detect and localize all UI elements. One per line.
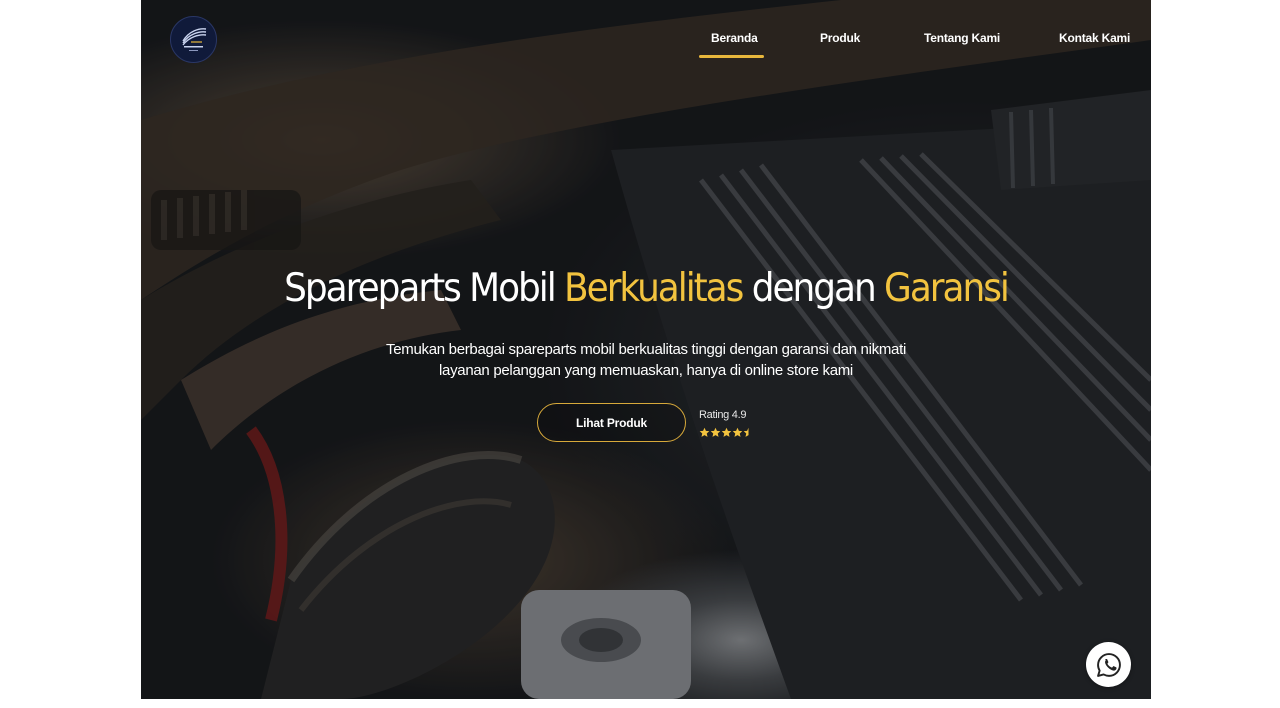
headline-text-2: dengan bbox=[742, 266, 885, 311]
whatsapp-chat-button[interactable] bbox=[1086, 642, 1131, 687]
hero-headline: Spareparts Mobil Berkualitas dengan Gara… bbox=[181, 262, 1110, 316]
hero-section: Beranda Produk Tentang Kami Kontak Kami … bbox=[141, 0, 1151, 699]
rating-label: Rating 4.9 bbox=[699, 409, 747, 421]
brand-logo-mark bbox=[182, 28, 207, 51]
nav-item-beranda[interactable]: Beranda bbox=[711, 31, 758, 45]
whatsapp-icon bbox=[1096, 652, 1121, 677]
hero-subtitle: Temukan berbagai spareparts mobil berkua… bbox=[336, 339, 956, 381]
headline-text-1: Spareparts Mobil bbox=[284, 266, 565, 311]
top-navigation: Beranda Produk Tentang Kami Kontak Kami bbox=[141, 0, 1151, 70]
nav-item-tentang-kami[interactable]: Tentang Kami bbox=[924, 31, 1000, 45]
headline-highlight-2: Garansi bbox=[884, 266, 1010, 311]
hero-subtitle-line-1: Temukan berbagai spareparts mobil berkua… bbox=[386, 341, 906, 358]
nav-active-indicator bbox=[699, 55, 764, 58]
hero-subtitle-line-2: layanan pelanggan yang memuaskan, hanya … bbox=[439, 362, 853, 379]
star-icon bbox=[721, 427, 732, 437]
star-icon bbox=[699, 427, 710, 437]
nav-item-kontak-kami[interactable]: Kontak Kami bbox=[1059, 31, 1130, 45]
lihat-produk-button[interactable]: Lihat Produk bbox=[537, 403, 686, 442]
nav-item-produk[interactable]: Produk bbox=[820, 31, 860, 45]
star-half-icon bbox=[743, 427, 749, 437]
star-icon bbox=[710, 427, 721, 437]
brand-logo[interactable] bbox=[170, 16, 217, 63]
headline-highlight-1: Berkualitas bbox=[564, 266, 744, 311]
star-icon bbox=[732, 427, 743, 437]
